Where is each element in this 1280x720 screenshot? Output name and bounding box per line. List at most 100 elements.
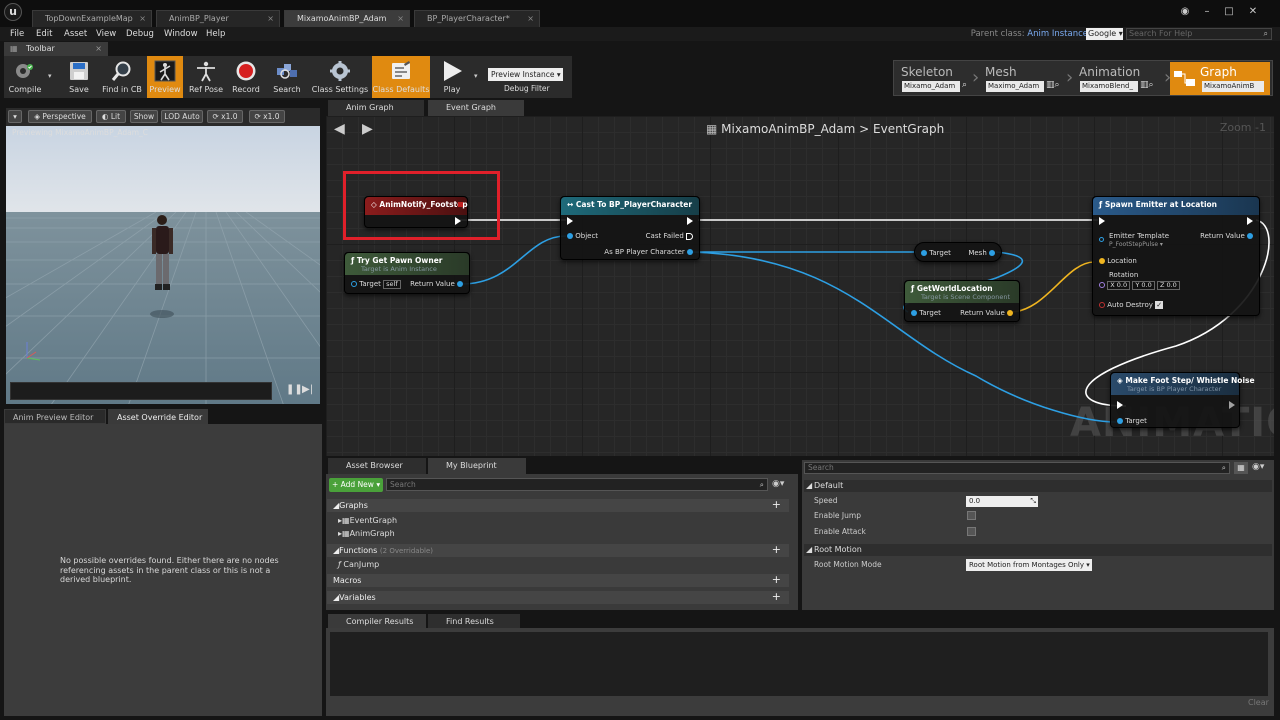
node-spawn-emitter-at-location[interactable]: ƒ Spawn Emitter at Location Emitter Temp… [1092, 196, 1260, 316]
object-pin[interactable]: Object [567, 232, 598, 240]
browse-icon[interactable]: ▥⌕ [1046, 80, 1060, 90]
target-pin[interactable]: Target [1117, 417, 1147, 425]
section-macros[interactable]: Macros + [327, 573, 789, 587]
return-value-pin[interactable]: Return Value [960, 309, 1013, 317]
target-pin[interactable]: Target self [351, 280, 401, 289]
viewport-speed-button[interactable]: ⟳ x1.0 [207, 110, 243, 123]
help-search-input[interactable]: Search For Help ⌕ [1126, 28, 1272, 40]
cast-failed-pin[interactable]: Cast Failed [646, 232, 693, 240]
view-options-eye-icon[interactable]: ◉▾ [772, 479, 784, 489]
mode-mesh[interactable]: Mesh Maximo_Adam ▥⌕ [980, 62, 1066, 95]
rotation-y-field[interactable]: Y 0.0 [1132, 281, 1155, 290]
close-icon[interactable]: × [527, 11, 534, 26]
add-function-plus-icon[interactable]: + [772, 543, 781, 556]
record-button[interactable]: Record [228, 56, 264, 98]
close-icon[interactable]: × [139, 11, 146, 26]
viewport-scale-button[interactable]: ⟳ x1.0 [249, 110, 285, 123]
menu-window[interactable]: Window [164, 27, 198, 41]
rotation-z-field[interactable]: Z 0.0 [1156, 281, 1180, 290]
tab-anim-graph[interactable]: Anim Graph [328, 100, 424, 116]
rotation-pin[interactable]: Rotation [1109, 271, 1138, 279]
menu-debug[interactable]: Debug [126, 27, 154, 41]
play-button[interactable]: Play [432, 56, 472, 98]
return-value-pin[interactable]: Return Value [410, 280, 463, 288]
root-motion-mode-select[interactable]: Root Motion from Montages Only ▾ [966, 559, 1092, 571]
close-window-icon[interactable]: ✕ [1246, 6, 1260, 18]
viewport-options-chevron-down-icon[interactable]: ▾ [8, 110, 22, 123]
details-search-input[interactable]: Search ⌕ [804, 462, 1230, 474]
details-grid-view-icon[interactable]: ▦ [1234, 462, 1248, 474]
speed-input[interactable]: 0.0 ⤡ [966, 496, 1038, 507]
animation-timeline-scrubber[interactable] [10, 382, 272, 400]
play-options-chevron-down-icon[interactable]: ▾ [474, 72, 478, 80]
node-make-foot-step-whistle-noise[interactable]: ◈ Make Foot Step/ Whistle Noise Target is… [1110, 372, 1255, 428]
auto-destroy-checkbox[interactable]: ✓ [1155, 301, 1164, 309]
graph-item-animgraph[interactable]: ▸▦AnimGraph [338, 529, 395, 538]
node-get-mesh[interactable]: Target Mesh [914, 242, 1002, 262]
section-graphs[interactable]: ◢Graphs + [327, 498, 789, 512]
compile-options-chevron-down-icon[interactable]: ▾ [48, 72, 52, 80]
tab-event-graph[interactable]: Event Graph [428, 100, 524, 116]
exec-in-pin[interactable] [1117, 401, 1123, 409]
preview-viewport[interactable] [6, 126, 320, 404]
search-button[interactable]: Search [268, 56, 306, 98]
mode-asset-select[interactable]: Maximo_Adam [986, 81, 1044, 92]
class-defaults-button[interactable]: Class Defaults [372, 56, 430, 98]
details-section-default[interactable]: ◢ Default [804, 480, 1272, 492]
event-graph-canvas[interactable]: ◀ ▶ ▦ MixamoAnimBP_Adam > EventGraph Zoo… [326, 116, 1274, 456]
view-options-eye-icon[interactable]: ◉▾ [1252, 462, 1264, 472]
graph-item-eventgraph[interactable]: ▸▦EventGraph [338, 516, 397, 525]
viewport-lod-button[interactable]: LOD Auto [161, 110, 203, 123]
mode-asset-select[interactable]: MixamoAnimB [1202, 81, 1264, 92]
pin-default-value[interactable]: self [383, 280, 401, 289]
exec-out-pin[interactable] [687, 217, 693, 225]
search-engine-select[interactable]: Google ▾ [1086, 28, 1123, 40]
emitter-template-select[interactable]: P_FootStepPulse [1109, 241, 1158, 248]
menu-help[interactable]: Help [206, 27, 225, 41]
enable-jump-checkbox[interactable] [967, 511, 976, 520]
preview-button[interactable]: Preview [147, 56, 183, 98]
auto-destroy-pin[interactable]: Auto Destroy ✓ [1099, 301, 1164, 309]
rotation-x-field[interactable]: X 0.0 [1107, 281, 1131, 290]
find-in-cb-button[interactable]: Find in CB [100, 56, 144, 98]
menu-edit[interactable]: Edit [36, 27, 52, 41]
function-item-canjump[interactable]: ƒ CanJump [338, 560, 379, 569]
location-pin[interactable]: Location [1099, 257, 1137, 265]
viewport-lit-button[interactable]: ◐ Lit [96, 110, 126, 123]
compile-button[interactable]: Compile [4, 56, 46, 98]
step-forward-icon[interactable]: ▶| [302, 384, 313, 395]
mode-graph[interactable]: Graph MixamoAnimB [1170, 62, 1270, 95]
pause-icon[interactable]: ❚❚ [286, 384, 303, 395]
as-bp-player-character-pin[interactable]: As BP Player Character [604, 248, 693, 256]
person-icon[interactable]: ◉ [1178, 6, 1192, 18]
doc-tab-mixamoanimbp-adam[interactable]: MixamoAnimBP_Adam × [284, 10, 410, 27]
doc-tab-animbp-player[interactable]: AnimBP_Player × [156, 10, 280, 27]
emitter-template-pin[interactable]: Emitter Template [1109, 232, 1169, 240]
add-new-button[interactable]: + Add New ▾ [329, 478, 383, 492]
close-icon[interactable]: × [397, 11, 404, 26]
save-button[interactable]: Save [60, 56, 98, 98]
menu-view[interactable]: View [96, 27, 116, 41]
my-blueprint-search-input[interactable]: Search ⌕ [386, 478, 768, 491]
maximize-icon[interactable]: □ [1222, 6, 1236, 18]
menu-asset[interactable]: Asset [64, 27, 87, 41]
minimize-icon[interactable]: – [1200, 6, 1214, 18]
mode-skeleton[interactable]: Skeleton Mixamo_Adam ⌕ [896, 62, 972, 95]
mesh-pin[interactable]: Mesh [968, 249, 995, 257]
mode-asset-select[interactable]: MixamoBlend_ [1080, 81, 1138, 92]
doc-tab-bp-playercharacter[interactable]: BP_PlayerCharacter* × [414, 10, 540, 27]
emitter-template-value[interactable]: P_FootStepPulse ▾ [1109, 241, 1163, 248]
exec-out-pin[interactable] [1229, 401, 1235, 409]
tab-anim-preview-editor[interactable]: Anim Preview Editor [4, 409, 106, 424]
tab-my-blueprint[interactable]: My Blueprint [428, 458, 526, 474]
section-functions[interactable]: ◢Functions (2 Overridable) + [327, 543, 789, 557]
doc-tab-topdownexamplemap[interactable]: TopDownExampleMap × [32, 10, 152, 27]
viewport-show-button[interactable]: Show [130, 110, 158, 123]
node-get-world-location[interactable]: ƒ GetWorldLocation Target is Scene Compon… [904, 280, 1020, 322]
search-icon[interactable]: ⌕ [962, 80, 967, 90]
class-settings-button[interactable]: Class Settings [308, 56, 372, 98]
section-variables[interactable]: ◢Variables + [327, 590, 789, 604]
node-try-get-pawn-owner[interactable]: ƒ Try Get Pawn Owner Target is Anim Insta… [344, 252, 470, 294]
target-pin[interactable]: Target [911, 309, 941, 317]
toolbar-tab[interactable]: Toolbar ▦ × [4, 42, 108, 56]
